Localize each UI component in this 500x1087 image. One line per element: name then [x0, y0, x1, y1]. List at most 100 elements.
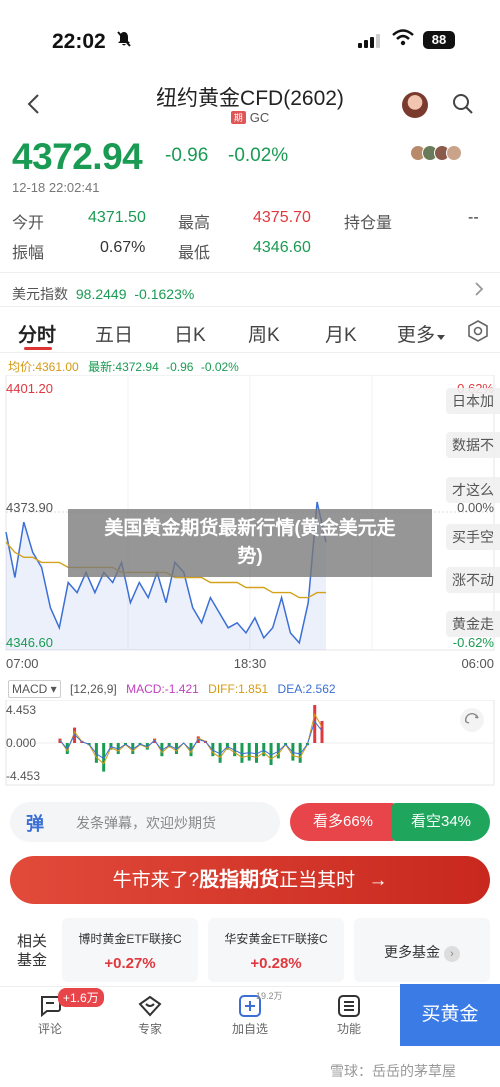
x-tick-start: 07:00 — [6, 656, 39, 671]
usd-index-label: 美元指数 — [12, 286, 68, 302]
divider — [0, 352, 500, 353]
divider — [0, 272, 500, 273]
futures-tag: 期 — [230, 111, 246, 124]
usd-index-row[interactable]: 美元指数 98.2449 -0.1623% — [12, 284, 194, 304]
banner-text-a: 牛市来了? — [112, 870, 200, 891]
x-tick-end: 06:00 — [461, 656, 494, 671]
macd-selector[interactable]: MACD ▾ — [8, 680, 61, 698]
comment-item[interactable]: 才这么 — [446, 477, 500, 503]
x-tick-mid: 18:30 — [234, 656, 267, 671]
danmu-icon: 弹 — [26, 814, 44, 834]
y-pct-bottom: -0.62% — [453, 635, 495, 650]
search-icon[interactable] — [452, 93, 474, 115]
latest-price: 最新:4372.94 — [88, 360, 159, 374]
chart-legend: 均价:4361.00 最新:4372.94 -0.96 -0.02% — [8, 358, 239, 375]
dea-value: DEA:2.562 — [277, 682, 336, 696]
latest-pct: -0.02% — [200, 360, 239, 374]
tab-5day[interactable]: 五日 — [95, 320, 133, 347]
fund-card[interactable]: 华安黄金ETF联接C +0.28% — [208, 918, 344, 982]
more-funds-label: 更多基金 › — [354, 942, 490, 962]
bear-button[interactable]: 看空34% — [392, 803, 490, 841]
quote-time: 12-18 22:02:41 — [12, 180, 100, 195]
macd-bottom: -4.453 — [6, 769, 40, 783]
dropdown-caret-icon — [437, 335, 445, 340]
comment-item[interactable]: 日本加 — [446, 388, 500, 414]
price-change: -0.96 — [165, 145, 209, 166]
status-time: 22:02 — [52, 30, 106, 53]
high-label: 最高 — [178, 215, 211, 232]
macd-bars — [58, 705, 324, 772]
usd-index-value: 98.2449 — [75, 286, 127, 302]
fund-change: +0.27% — [104, 955, 156, 972]
comment-item[interactable]: 买手空 — [446, 524, 500, 550]
fund-card[interactable]: 博时黄金ETF联接C +0.27% — [62, 918, 198, 982]
tab-intraday[interactable]: 分时 — [18, 320, 56, 347]
code-text: GC — [249, 110, 270, 125]
promo-banner[interactable]: 牛市来了?股指期货正当其时 → — [10, 856, 490, 904]
function-icon[interactable] — [337, 994, 361, 1023]
macd-top: 4.453 — [6, 703, 36, 717]
fund-name: 博时黄金ETF联接C — [78, 932, 182, 946]
danmu-input[interactable]: 弹 发条弹幕，欢迎炒期货 — [10, 802, 280, 842]
danmu-placeholder: 发条弹幕，欢迎炒期货 — [76, 815, 216, 831]
macd-bar — [247, 743, 251, 761]
comment-item[interactable]: 黄金走 — [446, 611, 500, 637]
diff-value: DIFF:1.851 — [208, 682, 269, 696]
watermark: 雪球：岳岳的茅草屋 — [330, 1063, 456, 1079]
related-funds-title: 相关基金 — [16, 933, 47, 969]
nav-expert[interactable]: 专家 — [120, 1020, 180, 1037]
tab-daily-k[interactable]: 日K — [174, 320, 206, 347]
fund-change: +0.28% — [250, 955, 302, 972]
last-price: 4372.94 — [12, 136, 143, 177]
cell-signal-icon — [358, 34, 380, 48]
macd-chart[interactable]: 4.453 0.000 -4.453 — [0, 700, 500, 786]
fullscreen-icon[interactable] — [460, 708, 484, 732]
more-funds-button[interactable]: 更多基金 › — [354, 918, 490, 982]
battery-icon: 88 — [423, 31, 455, 49]
avg-price: 均价:4361.00 — [8, 360, 79, 374]
y-tick-bottom: 4346.60 — [6, 635, 53, 650]
high-value: 4375.70 — [253, 209, 311, 226]
nav-function[interactable]: 功能 — [319, 1020, 379, 1037]
tab-weekly-k[interactable]: 周K — [248, 320, 280, 347]
usd-index-pct: -0.1623% — [134, 286, 195, 302]
avatar[interactable] — [402, 92, 428, 118]
latest-chg: -0.96 — [166, 360, 194, 374]
comment-badge: +1.6万 — [58, 988, 104, 1007]
macd-params: [12,26,9] — [70, 682, 117, 696]
macd-name: MACD — [12, 682, 48, 696]
low-value: 4346.60 — [253, 239, 311, 256]
comment-item[interactable]: 数据不 — [446, 432, 500, 458]
watch-badge: 19.2万 — [256, 991, 283, 1001]
banner-text-c: 正当其时 — [279, 870, 356, 891]
tab-more[interactable]: 更多 — [397, 320, 435, 347]
tab-monthly-k[interactable]: 月K — [325, 320, 357, 347]
oi-value: -- — [468, 209, 479, 226]
y-tick-mid: 4373.90 — [6, 500, 53, 515]
caption-line-1: 美国黄金期货最新行情(黄金美元走 — [104, 518, 396, 539]
comment-item[interactable]: 涨不动 — [446, 567, 500, 593]
fund-name: 华安黄金ETF联接C — [224, 932, 328, 946]
bell-off-icon — [116, 31, 132, 51]
user-avatars[interactable] — [410, 145, 462, 161]
arrow-right-icon: → — [368, 870, 388, 891]
macd-legend: MACD ▾ [12,26,9] MACD:-1.421 DIFF:1.851 … — [8, 680, 336, 698]
expert-icon[interactable] — [138, 994, 162, 1023]
divider — [0, 306, 500, 307]
amp-value: 0.67% — [100, 239, 146, 256]
low-label: 最低 — [178, 245, 211, 262]
more-funds-text: 更多基金 — [384, 944, 441, 960]
oi-label: 持仓量 — [344, 215, 393, 232]
nav-comment[interactable]: 评论 — [20, 1020, 80, 1037]
diff-line — [59, 712, 323, 765]
chevron-right-icon[interactable] — [474, 281, 484, 302]
buy-gold-button[interactable]: 买黄金 — [400, 984, 500, 1046]
tab-underline — [24, 347, 52, 350]
nav-add-watchlist[interactable]: 加自选 — [220, 1020, 280, 1037]
settings-icon[interactable] — [467, 320, 489, 342]
macd-value: MACD:-1.421 — [126, 682, 199, 696]
bull-button[interactable]: 看多66% — [290, 803, 396, 841]
price-change-pct: -0.02% — [228, 145, 289, 166]
banner-text-b: 股指期货 — [199, 869, 280, 891]
caption-line-2: 势) — [237, 546, 263, 567]
